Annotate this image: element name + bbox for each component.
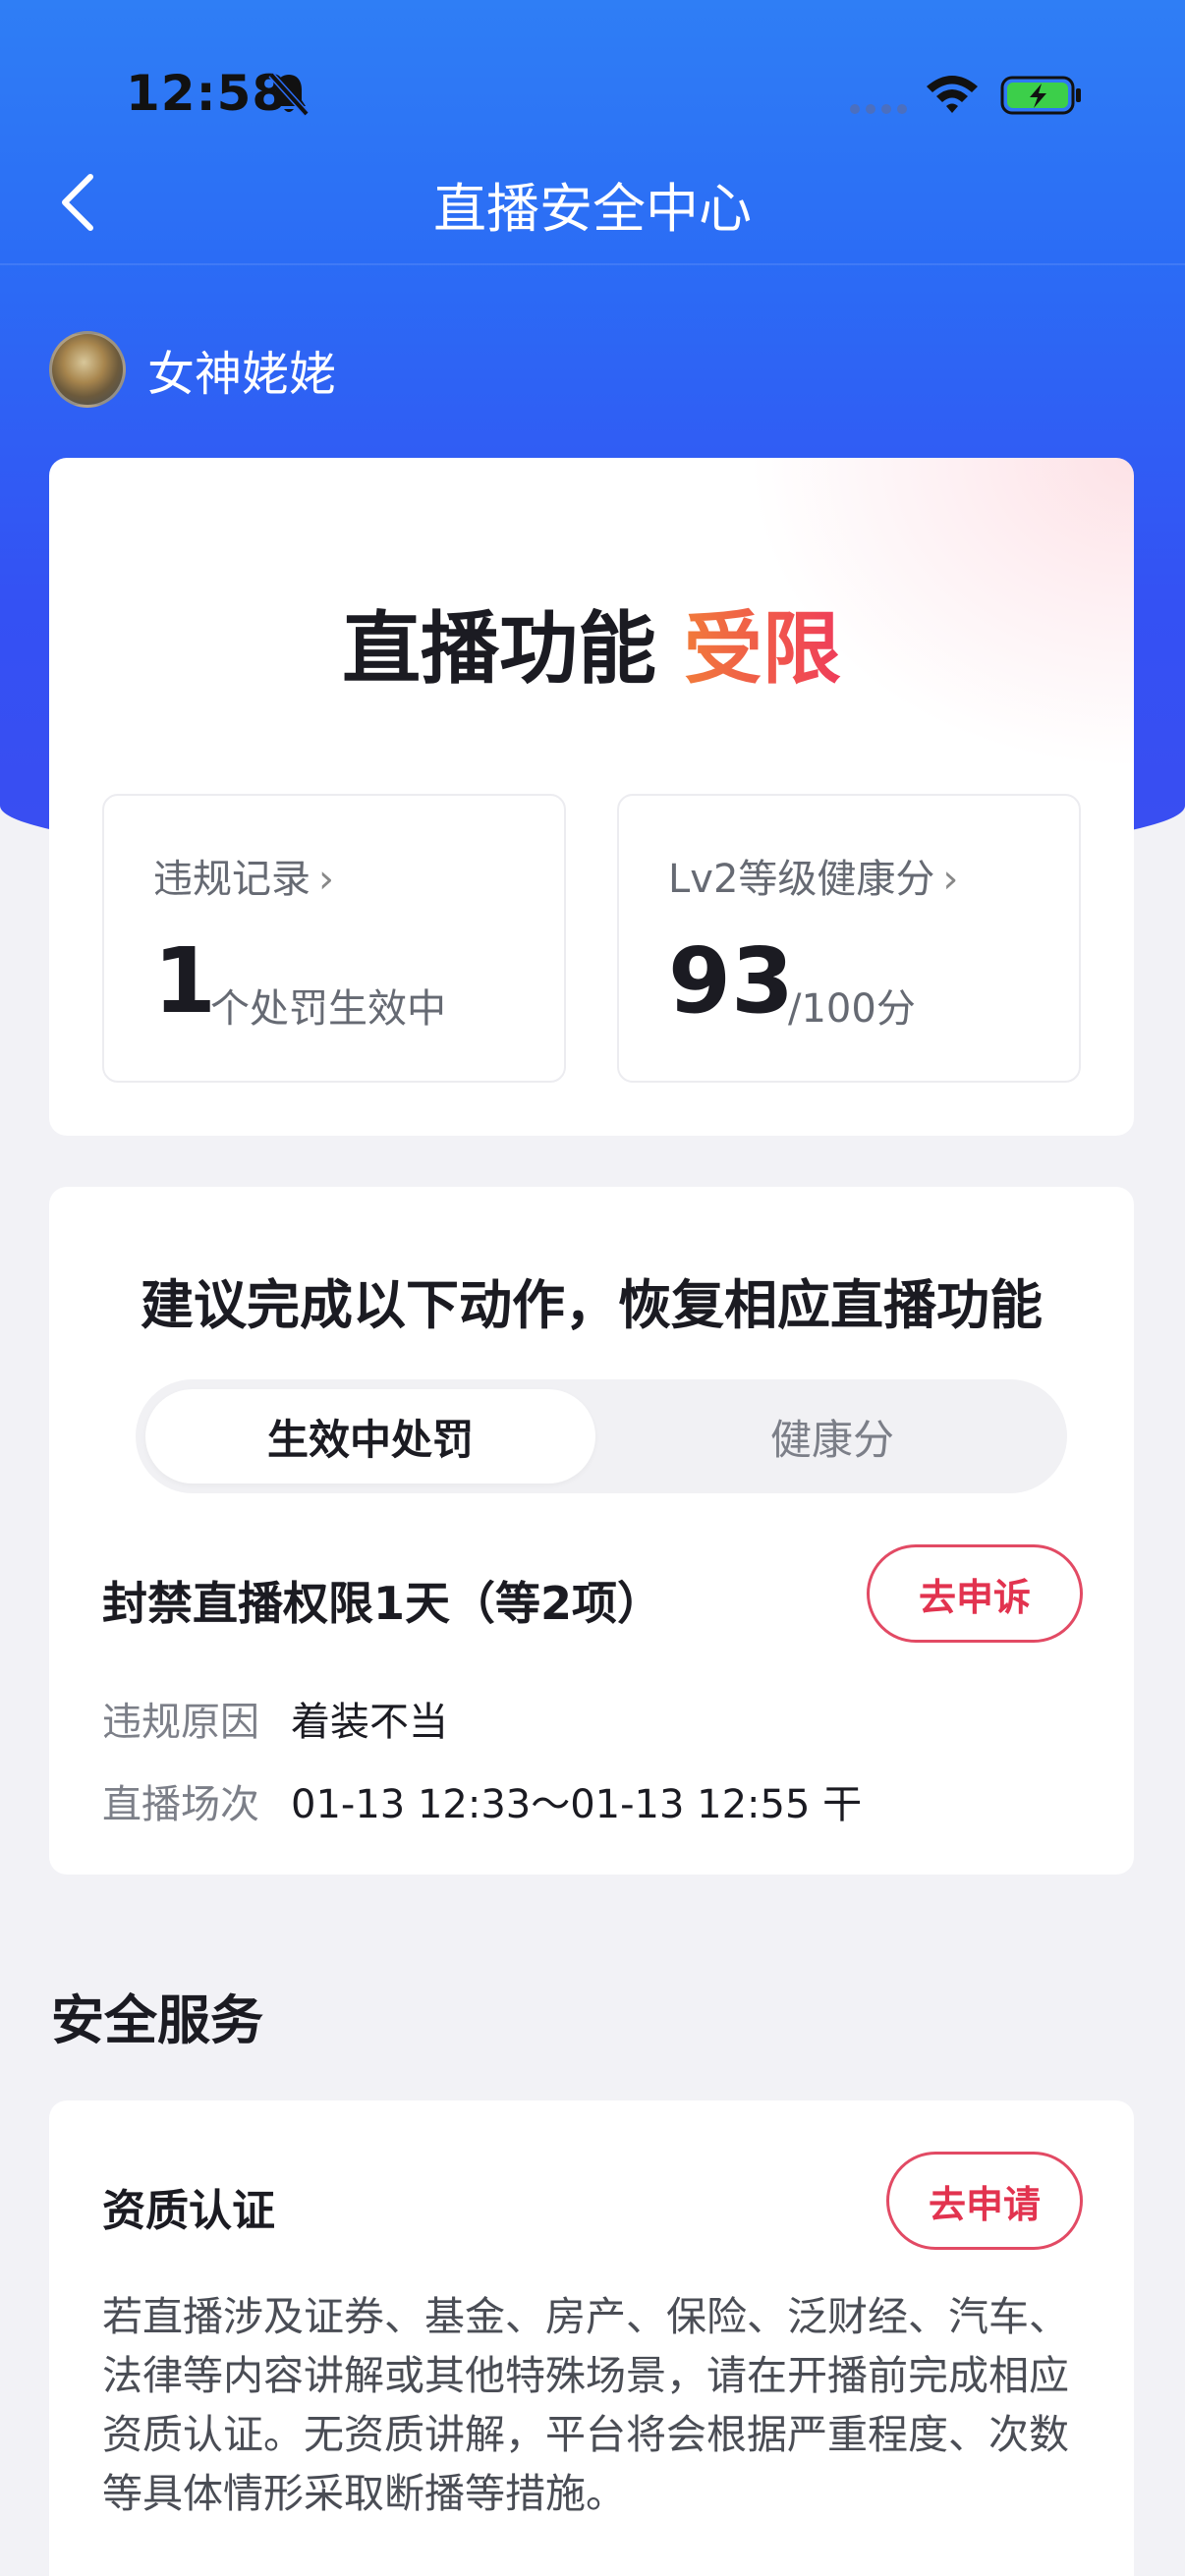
page: 12:58 直播安全中心 女神姥姥 直播功能 受限 违规记录 › 1 个处罚生效… <box>0 0 1185 2576</box>
violation-unit: 个处罚生效中 <box>210 986 446 1032</box>
penalty-title: 封禁直播权限1天（等2项） <box>102 1577 663 1630</box>
live-status-prefix: 直播功能 <box>342 603 684 695</box>
tab-active-penalties[interactable]: 生效中处罚 <box>145 1389 595 1484</box>
health-label-text: Lv2等级健康分 <box>668 857 935 902</box>
wifi-icon <box>927 76 978 113</box>
live-session-label: 直播场次 <box>102 1782 259 1827</box>
page-title: 直播安全中心 <box>433 178 752 240</box>
health-score-max: /100分 <box>788 986 916 1032</box>
qualification-card: 资质认证 去申请 若直播涉及证券、基金、房产、保险、泛财经、汽车、法律等内容讲解… <box>49 2100 1134 2576</box>
status-time: 12:58 <box>126 65 288 122</box>
recovery-actions-card: 建议完成以下动作，恢复相应直播功能 生效中处罚 健康分 封禁直播权限1天（等2项… <box>49 1187 1134 1875</box>
chevron-right-icon: › <box>318 857 334 902</box>
violation-label: 违规记录 › <box>153 847 334 904</box>
violation-label-text: 违规记录 <box>153 857 310 902</box>
live-session-value: 01-13 12:33～01-13 12:55 干 <box>291 1782 863 1827</box>
avatar[interactable] <box>49 331 126 408</box>
live-session-row: 直播场次 01-13 12:33～01-13 12:55 干 <box>102 1772 862 1829</box>
user-row[interactable]: 女神姥姥 <box>49 330 336 409</box>
user-name: 女神姥姥 <box>147 347 337 402</box>
appeal-button[interactable]: 去申诉 <box>867 1544 1083 1643</box>
apply-button[interactable]: 去申请 <box>886 2152 1083 2250</box>
health-score: 93 <box>668 928 795 1034</box>
violation-count: 1 <box>153 928 217 1034</box>
health-score-box[interactable]: Lv2等级健康分 › 93 /100分 <box>617 794 1081 1083</box>
live-status-card: 直播功能 受限 违规记录 › 1 个处罚生效中 Lv2等级健康分 › 93 /100… <box>49 458 1134 1136</box>
violation-reason-value: 着装不当 <box>291 1700 448 1745</box>
battery-charging-icon <box>1000 76 1081 115</box>
chevron-right-icon: › <box>942 857 959 902</box>
violation-reason-row: 违规原因 着装不当 <box>102 1690 448 1747</box>
live-status-title: 直播功能 受限 <box>49 586 1134 700</box>
violation-reason-label: 违规原因 <box>102 1700 259 1745</box>
tab-health-score[interactable]: 健康分 <box>607 1389 1057 1484</box>
status-bar: 12:58 <box>0 0 1185 167</box>
signal-icon <box>850 104 907 114</box>
violation-record-box[interactable]: 违规记录 › 1 个处罚生效中 <box>102 794 566 1083</box>
tab-switcher: 生效中处罚 健康分 <box>136 1379 1067 1493</box>
bell-slash-icon <box>268 72 310 117</box>
health-label: Lv2等级健康分 › <box>668 847 958 904</box>
qualification-description: 若直播涉及证券、基金、房产、保险、泛财经、汽车、法律等内容讲解或其他特殊场景，请… <box>102 2293 1069 2517</box>
qualification-title: 资质认证 <box>102 2186 275 2236</box>
live-status-highlight: 受限 <box>683 603 841 695</box>
safety-services-title: 安全服务 <box>51 1989 263 2051</box>
recovery-actions-title: 建议完成以下动作，恢复相应直播功能 <box>141 1274 1043 1336</box>
